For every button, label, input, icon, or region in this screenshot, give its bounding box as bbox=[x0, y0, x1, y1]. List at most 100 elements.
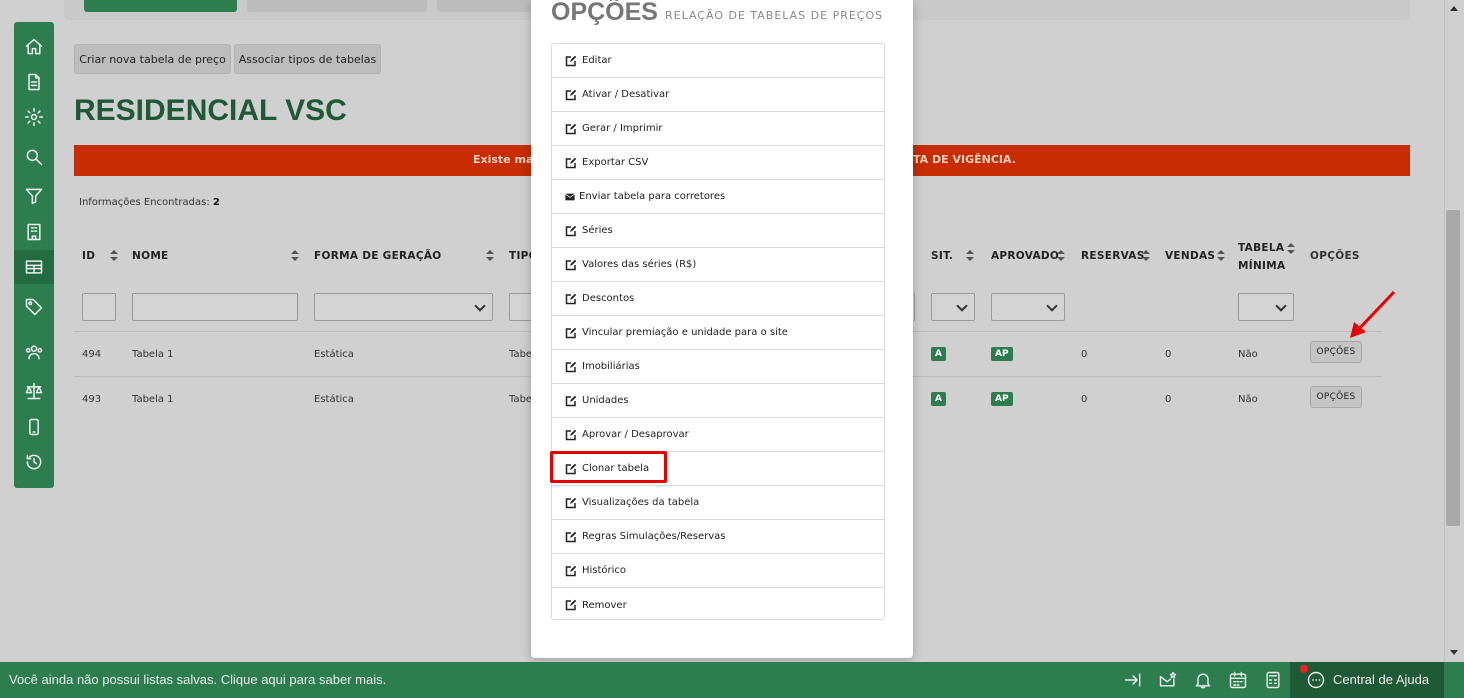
col-header-nome[interactable]: NOME bbox=[132, 250, 169, 262]
sort-icon[interactable] bbox=[1057, 250, 1065, 262]
calendar-icon[interactable] bbox=[1228, 670, 1248, 690]
sidebar-item-tables[interactable] bbox=[14, 250, 54, 284]
tab-remnant-2[interactable] bbox=[247, 0, 427, 12]
bell-icon[interactable] bbox=[1193, 670, 1213, 690]
option-valores-series[interactable]: Valores das séries (R$) bbox=[552, 248, 884, 282]
mobile-icon bbox=[29, 418, 39, 436]
cell-id: 494 bbox=[82, 349, 102, 360]
col-header-id[interactable]: ID bbox=[82, 250, 95, 262]
option-regras-simulacoes[interactable]: Regras Simulações/Reservas bbox=[552, 520, 884, 554]
scroll-down-icon[interactable] bbox=[1450, 650, 1458, 655]
option-ativar-desativar[interactable]: Ativar / Desativar bbox=[552, 78, 884, 112]
sidebar-item-filter[interactable] bbox=[14, 179, 54, 213]
sidebar-item-mobile[interactable] bbox=[14, 410, 54, 444]
sort-icon[interactable] bbox=[486, 250, 494, 262]
col-header-tabela[interactable]: TABELA bbox=[1238, 242, 1284, 254]
search-icon bbox=[26, 149, 43, 166]
filter-id-input[interactable] bbox=[82, 293, 116, 321]
sidebar-item-legal[interactable] bbox=[14, 374, 54, 408]
highlight-box bbox=[550, 451, 667, 483]
col-header-vendas[interactable]: VENDAS bbox=[1165, 250, 1215, 262]
status-badge: A bbox=[931, 347, 946, 361]
filter-minima-select[interactable] bbox=[1238, 293, 1294, 321]
option-enviar-corretores[interactable]: Enviar tabela para corretores bbox=[552, 180, 884, 214]
history-icon bbox=[26, 454, 42, 470]
col-header-opcoes: OPÇÕES bbox=[1310, 250, 1360, 262]
sort-icon[interactable] bbox=[110, 250, 118, 262]
option-label: Exportar CSV bbox=[582, 157, 649, 168]
sidebar-item-documents[interactable] bbox=[14, 65, 54, 99]
option-editar[interactable]: Editar bbox=[552, 44, 884, 78]
options-button[interactable]: OPÇÕES bbox=[1310, 386, 1362, 408]
approved-badge: AP bbox=[991, 392, 1013, 406]
col-header-sit[interactable]: SIT. bbox=[931, 250, 953, 262]
col-header-aprovado[interactable]: APROVADO bbox=[991, 250, 1059, 262]
option-gerar-imprimir[interactable]: Gerar / Imprimir bbox=[552, 112, 884, 146]
cell-nome: Tabela 1 bbox=[132, 394, 174, 405]
mail-star-icon[interactable] bbox=[1158, 670, 1178, 690]
sort-icon[interactable] bbox=[1142, 250, 1150, 262]
option-label: Regras Simulações/Reservas bbox=[582, 531, 726, 542]
sort-icon[interactable] bbox=[1217, 250, 1225, 262]
saved-lists-message[interactable]: Você ainda não possui listas salvas. Cli… bbox=[9, 672, 386, 687]
sidebar bbox=[14, 22, 54, 488]
sidebar-item-users[interactable] bbox=[14, 335, 54, 369]
users-icon bbox=[25, 345, 43, 360]
option-imobiliarias[interactable]: Imobiliárias bbox=[552, 350, 884, 384]
table-icon bbox=[25, 260, 43, 274]
col-header-minima[interactable]: MÍNIMA bbox=[1238, 260, 1285, 272]
option-series[interactable]: Séries bbox=[552, 214, 884, 248]
option-descontos[interactable]: Descontos bbox=[552, 282, 884, 316]
create-table-button[interactable]: Criar nova tabela de preço bbox=[74, 44, 231, 74]
sort-icon[interactable] bbox=[291, 250, 299, 262]
sidebar-item-tags[interactable] bbox=[14, 290, 54, 324]
option-historico[interactable]: Histórico bbox=[552, 554, 884, 588]
option-label: Editar bbox=[582, 55, 612, 66]
edit-icon bbox=[565, 599, 577, 611]
edit-icon bbox=[565, 293, 577, 304]
filter-sit-select[interactable] bbox=[931, 293, 975, 321]
sidebar-item-buildings[interactable] bbox=[14, 215, 54, 249]
option-aprovar-desaprovar[interactable]: Aprovar / Desaprovar bbox=[552, 418, 884, 452]
cell-forma: Estática bbox=[314, 349, 354, 360]
option-label: Séries bbox=[582, 225, 613, 236]
option-unidades[interactable]: Unidades bbox=[552, 384, 884, 418]
edit-icon bbox=[565, 361, 577, 372]
calculator-icon[interactable] bbox=[1263, 670, 1283, 690]
filter-aprovado-select[interactable] bbox=[991, 293, 1065, 321]
info-found-label: Informações Encontradas: bbox=[79, 197, 210, 208]
options-button[interactable]: OPÇÕES bbox=[1310, 341, 1362, 363]
cell-reservas: 0 bbox=[1081, 349, 1088, 360]
option-label: Ativar / Desativar bbox=[582, 89, 670, 100]
options-list: Editar Ativar / Desativar Gerar / Imprim… bbox=[551, 43, 885, 620]
option-exportar-csv[interactable]: Exportar CSV bbox=[552, 146, 884, 180]
tab-remnant-3[interactable] bbox=[437, 0, 537, 12]
edit-icon bbox=[565, 157, 577, 168]
sidebar-item-home[interactable] bbox=[14, 30, 54, 64]
edit-icon bbox=[565, 89, 577, 100]
filter-nome-input[interactable] bbox=[132, 293, 298, 321]
col-header-forma[interactable]: FORMA DE GERAÇÃO bbox=[314, 250, 442, 262]
help-center-label[interactable]: Central de Ajuda bbox=[1333, 672, 1429, 687]
sidebar-item-search[interactable] bbox=[14, 140, 54, 174]
filter-forma-select[interactable] bbox=[314, 293, 493, 321]
scroll-up-icon[interactable] bbox=[1450, 6, 1458, 11]
sort-icon[interactable] bbox=[1287, 243, 1295, 255]
option-vincular-premiacao[interactable]: Vincular premiação e unidade para o site bbox=[552, 316, 884, 350]
edit-icon bbox=[565, 55, 577, 66]
logout-icon[interactable] bbox=[1123, 670, 1143, 690]
option-remover[interactable]: Remover bbox=[552, 588, 884, 622]
sort-icon[interactable] bbox=[966, 250, 974, 262]
modal-subtitle: RELAÇÃO DE TABELAS DE PREÇOS bbox=[665, 9, 884, 22]
tab-active-remnant[interactable] bbox=[84, 0, 237, 12]
cell-nome: Tabela 1 bbox=[132, 349, 174, 360]
scrollbar-thumb[interactable] bbox=[1446, 210, 1460, 526]
document-icon bbox=[28, 73, 40, 91]
bottom-bar: Você ainda não possui listas salvas. Cli… bbox=[0, 662, 1464, 698]
sidebar-item-history[interactable] bbox=[14, 445, 54, 479]
edit-icon bbox=[565, 531, 577, 542]
col-header-reservas[interactable]: RESERVAS bbox=[1081, 250, 1145, 262]
sidebar-item-settings[interactable] bbox=[14, 100, 54, 134]
option-visualizacoes[interactable]: Visualizações da tabela bbox=[552, 486, 884, 520]
associate-types-button[interactable]: Associar tipos de tabelas bbox=[234, 44, 381, 74]
